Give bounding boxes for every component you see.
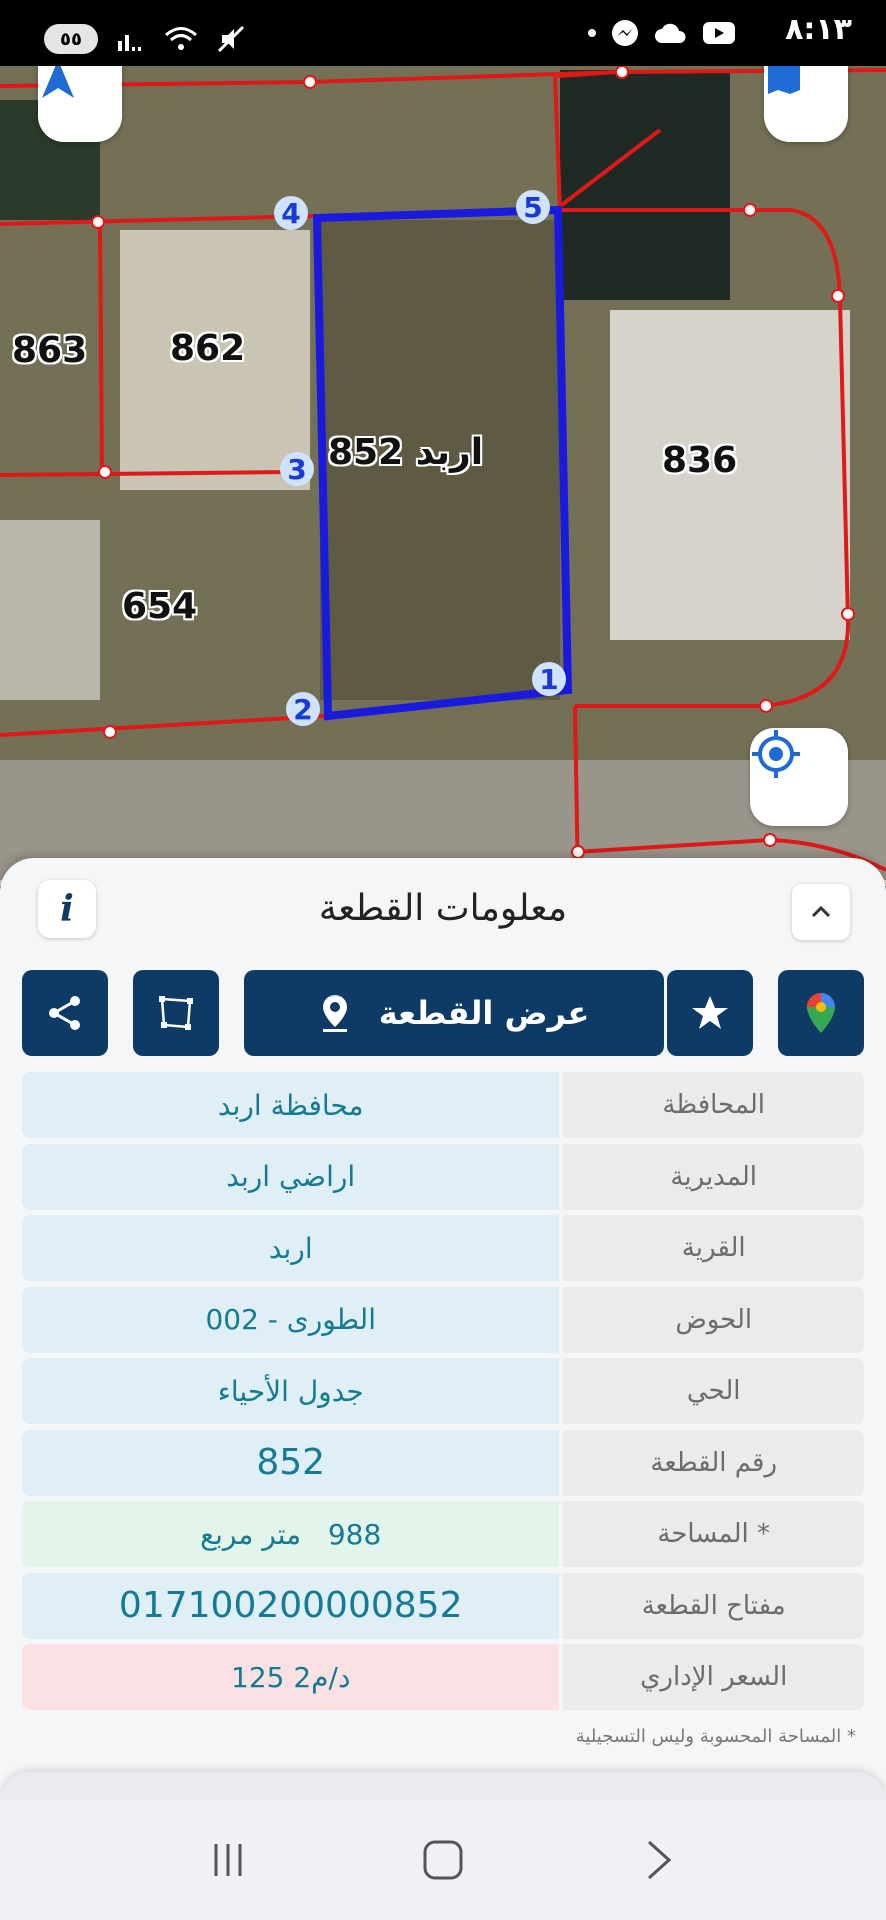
status-left-icons: ٥٥ (44, 24, 246, 54)
chevron-up-icon (811, 905, 831, 918)
messenger-icon (612, 20, 638, 46)
parcel-label-863[interactable]: 863 (12, 330, 87, 371)
home-button[interactable] (403, 1820, 483, 1900)
parcel-info-sheet: i معلومات القطعة عرض القطعة محافظة اربد … (0, 858, 886, 1800)
parcel-number-key: رقم القطعة (563, 1429, 864, 1496)
governorate-value: محافظة اربد (22, 1072, 560, 1138)
my-location-button[interactable] (750, 728, 848, 826)
selected-parcel-label[interactable]: اربد 852 (328, 432, 483, 473)
table-row: محافظة اربد المحافظة (22, 1072, 864, 1138)
north-arrow-icon (42, 66, 74, 98)
action-bar: عرض القطعة (22, 970, 864, 1056)
favorite-button[interactable] (667, 970, 753, 1056)
admin-price-value: 125 د/م2 (22, 1644, 560, 1710)
google-maps-icon (807, 993, 835, 1033)
home-icon (423, 1840, 463, 1880)
table-row: جدول الأحياء الحي (22, 1358, 864, 1424)
vertex-5: 5 (516, 190, 550, 224)
clock: ٨:١٣ (785, 12, 852, 47)
system-nav-bar (0, 1800, 886, 1920)
neighborhood-value: جدول الأحياء (22, 1358, 560, 1424)
parcel-key-value[interactable]: 017100200000852 (22, 1572, 560, 1639)
parcel-label-654[interactable]: 654 (122, 586, 197, 627)
cloud-icon (655, 23, 686, 43)
village-value: اربد (22, 1215, 560, 1281)
parcel-info-table: محافظة اربد المحافظة اراضي اربد المديرية… (22, 1072, 864, 1716)
directorate-value: اراضي اربد (22, 1143, 560, 1210)
table-row: الطورى - 002 الحوض (22, 1286, 864, 1353)
wifi-icon (165, 27, 197, 50)
back-button[interactable] (618, 1820, 698, 1900)
status-right-icons (588, 18, 736, 48)
recent-apps-icon (214, 1844, 242, 1876)
signal-icon (118, 35, 141, 51)
table-row: 988 متر مربع المساحة * (22, 1501, 864, 1567)
notification-dot (588, 29, 596, 37)
battery-indicator: ٥٥ (44, 24, 98, 54)
village-key: القرية (563, 1215, 864, 1281)
show-parcel-button[interactable]: عرض القطعة (244, 970, 664, 1056)
vertex-4: 4 (274, 196, 308, 230)
youtube-icon (703, 22, 735, 44)
star-icon (692, 996, 728, 1029)
vertex-3: 3 (280, 452, 314, 486)
table-row: 852 رقم القطعة (22, 1429, 864, 1496)
table-row: 125 د/م2 السعر الإداري (22, 1644, 864, 1710)
table-row: اربد القرية (22, 1215, 864, 1281)
neighborhood-key: الحي (563, 1358, 864, 1424)
collapse-button[interactable] (792, 884, 850, 940)
table-row: اراضي اربد المديرية (22, 1143, 864, 1210)
share-button[interactable] (22, 970, 108, 1056)
directorate-key: المديرية (563, 1143, 864, 1210)
area-footnote: * المساحة المحسوبة وليس التسجيلية (575, 1726, 856, 1747)
tab-sheet-peek[interactable] (0, 1772, 886, 1802)
governorate-key: المحافظة (563, 1072, 864, 1138)
show-parcel-label: عرض القطعة (378, 994, 590, 1032)
table-row: 017100200000852 مفتاح القطعة (22, 1572, 864, 1639)
google-maps-button[interactable] (778, 970, 864, 1056)
vertex-1: 1 (532, 662, 566, 696)
layers-button[interactable] (764, 66, 848, 142)
mute-icon (217, 25, 245, 53)
measure-shape-button[interactable] (133, 970, 219, 1056)
chevron-right-icon (648, 1840, 672, 1880)
vertex-2: 2 (286, 692, 320, 726)
area-key: المساحة * (563, 1501, 864, 1567)
parcel-label-836[interactable]: 836 (662, 440, 737, 481)
basin-key: الحوض (563, 1286, 864, 1353)
map-layers-icon (768, 66, 800, 94)
location-pin-icon (322, 995, 347, 1032)
status-bar: ٥٥ ٨:١٣ (0, 0, 886, 66)
compass-button[interactable] (38, 66, 122, 142)
recent-apps-button[interactable] (188, 1820, 268, 1900)
parcel-number-value: 852 (22, 1429, 560, 1496)
polygon-shape-icon (159, 996, 193, 1030)
sheet-title: معلومات القطعة (318, 888, 568, 929)
parcel-key-key: مفتاح القطعة (563, 1572, 864, 1639)
area-value: 988 متر مربع (22, 1501, 560, 1567)
parcel-label-862[interactable]: 862 (170, 328, 245, 369)
share-icon (49, 996, 80, 1030)
basin-value: الطورى - 002 (22, 1286, 560, 1353)
map-view[interactable]: 863 862 836 654 اربد 852 1 2 3 4 5 (0, 66, 886, 886)
admin-price-key: السعر الإداري (563, 1644, 864, 1710)
locate-icon (752, 730, 800, 778)
